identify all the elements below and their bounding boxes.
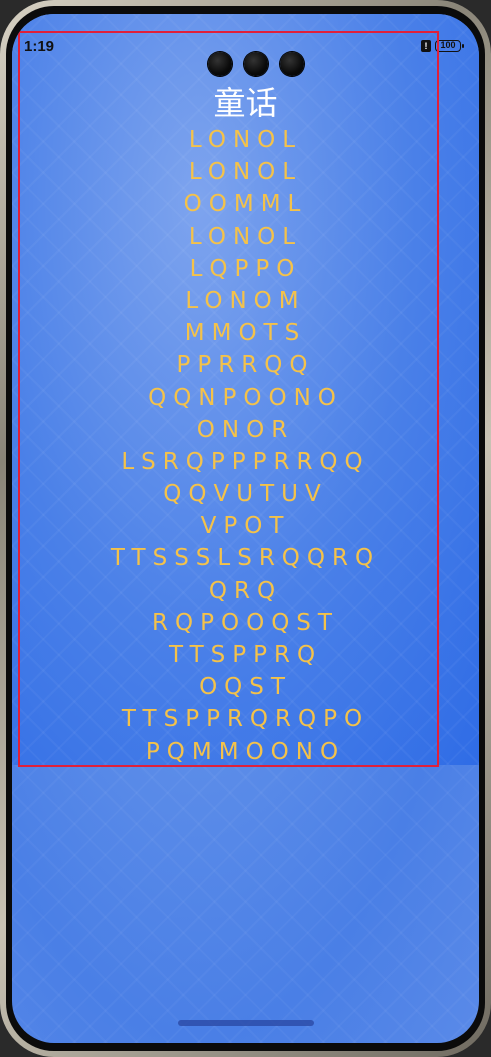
notation-line: TTSSSLSRQQRQ [110,545,381,572]
notation-line: PPRRQQ [176,352,315,379]
notation-line: PQMMOONO [145,738,346,765]
notation-line: LONOM [185,287,306,314]
notation-line: MMOTS [184,320,307,347]
phone-frame: 1:19 ! 100 童话 LONOL LONOL OOMML LONOL LQ… [0,0,491,1057]
notation-line: RQPOOQST [152,609,339,636]
notation-line: LONOL [188,223,303,250]
page-title: 童话 [213,84,278,122]
notation-line: LSRQPPPRRQQ [121,448,370,475]
notation-line: LONOL [188,159,303,186]
notation-list: LONOL LONOL OOMML LONOL LQPPO LONOM MMOT… [12,124,479,768]
notation-line: QQNPOONO [148,384,343,411]
notation-line: OQST [199,674,292,701]
home-indicator-bar[interactable] [178,1020,314,1026]
notation-line: ONOR [196,416,295,443]
notation-line: QRQ [208,577,283,604]
notation-line: LQPPO [189,255,302,282]
notation-line: LONOL [188,127,303,153]
notation-line: TTSPPRQ [168,642,323,668]
screen: 1:19 ! 100 童话 LONOL LONOL OOMML LONOL LQ… [12,14,479,1043]
notation-line: QQVUTUV [163,481,328,508]
notation-line: TTSPPRQRQPO [121,706,370,733]
notation-line: VPOT [200,513,291,540]
notation-line: OOMML [183,191,308,218]
